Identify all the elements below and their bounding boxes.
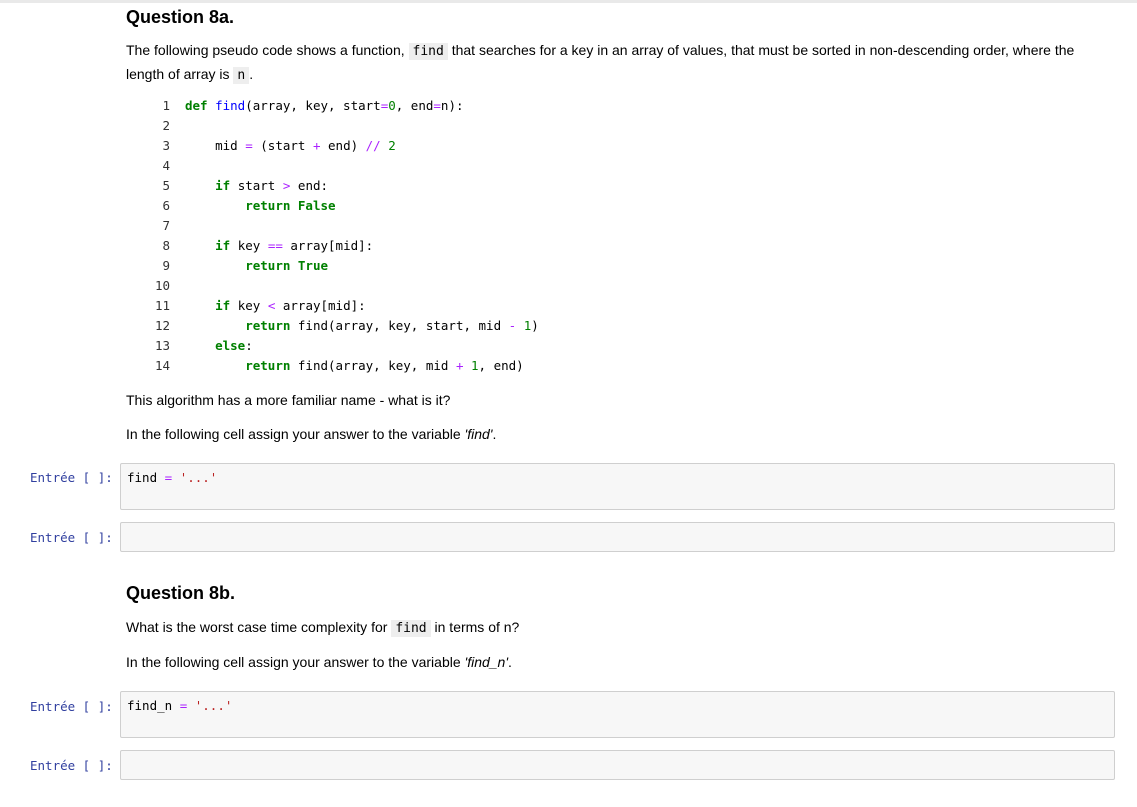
code-line: 9 return True [140,256,328,276]
code-cell-find-n[interactable]: find_n = '...' [120,691,1115,738]
q8a-question-text: This algorithm has a more familiar name … [126,392,451,408]
cell-prompt: Entrée [ ]: [30,699,113,714]
cell-prompt: Entrée [ ]: [30,470,113,485]
cell-eq: = [164,470,173,485]
line-number: 14 [154,358,170,373]
code-line-text: if start > end: [215,178,329,193]
code-line-text: return False [245,198,336,213]
cell-code-text[interactable]: find_n = '...' [127,698,232,713]
q8b-question: What is the worst case time complexity f… [126,616,519,640]
top-divider [0,0,1137,3]
inline-code-find: find [408,43,448,60]
cell-value: '...' [179,470,218,485]
code-line-text: else: [215,338,253,353]
code-line-text: if key < array[mid]: [215,298,366,313]
q8a-intro-text-1: The following pseudo code shows a functi… [126,42,409,58]
code-line-text: def find(array, key, start=0, end=n): [185,98,464,113]
code-line: 3 mid = (start + end) // 2 [140,136,395,156]
q8b-instruction-text-2: . [508,654,512,670]
code-line: 6 return False [140,196,335,216]
q8a-intro-text-3: . [249,66,254,82]
q8a-intro: The following pseudo code shows a functi… [126,39,1096,87]
code-line-text: if key == array[mid]: [215,238,374,253]
q8b-question-text-1: What is the worst case time complexity f… [126,619,392,635]
code-line: 4 [140,156,170,176]
q8a-instruction-var: 'find' [464,426,493,442]
line-number: 7 [162,218,170,233]
line-number: 12 [154,318,170,333]
line-number: 4 [162,158,170,173]
q8a-title-block: Question 8a. [126,7,234,28]
cell-eq: = [179,698,188,713]
code-line-text: mid = (start + end) // 2 [185,138,396,153]
q8a-instruction-text-2: . [492,426,497,442]
code-line-text: return True [245,258,329,273]
code-line: 2 [140,116,170,136]
q8a-question: This algorithm has a more familiar name … [126,389,450,411]
line-number: 9 [162,258,170,273]
line-number: 10 [154,278,170,293]
code-line: 13 else: [140,336,253,356]
code-line: 12 return find(array, key, start, mid - … [140,316,539,336]
line-number: 5 [162,178,170,193]
code-cell-empty[interactable] [120,522,1115,552]
line-number: 8 [162,238,170,253]
q8b-title-block: Question 8b. [126,583,235,604]
cell-prompt: Entrée [ ]: [30,758,113,773]
code-line: 10 [140,276,170,296]
code-line-text: return find(array, key, start, mid - 1) [245,318,539,333]
code-cell-empty[interactable] [120,750,1115,780]
line-number: 3 [162,138,170,153]
line-number: 11 [154,298,170,313]
code-line-text: return find(array, key, mid + 1, end) [245,358,524,373]
line-number: 2 [162,118,170,133]
cell-var: find [127,470,158,485]
cell-var: find_n [127,698,173,713]
q8b-instruction: In the following cell assign your answer… [126,651,512,673]
line-number: 1 [162,98,170,113]
code-cell-find[interactable]: find = '...' [120,463,1115,510]
q8b-instruction-text-1: In the following cell assign your answer… [126,654,465,670]
code-line: 7 [140,216,170,236]
q8b-instruction-var: 'find_n' [464,654,509,670]
line-number: 6 [162,198,170,213]
q8a-instruction: In the following cell assign your answer… [126,423,496,445]
inline-code-n: n [233,67,250,84]
q8b-question-text-2: in terms of n? [430,619,520,635]
cell-code-text[interactable]: find = '...' [127,470,217,485]
code-line: 8 if key == array[mid]: [140,236,373,256]
code-line: 14 return find(array, key, mid + 1, end) [140,356,524,376]
q8a-instruction-text-1: In the following cell assign your answer… [126,426,465,442]
q8a-title: Question 8a. [126,7,235,27]
cell-value: '...' [194,698,233,713]
code-line: 1 def find(array, key, start=0, end=n): [140,96,463,116]
q8b-title: Question 8b. [126,583,236,603]
code-line: 5 if start > end: [140,176,328,196]
code-line: 11 if key < array[mid]: [140,296,366,316]
line-number: 13 [154,338,170,353]
cell-prompt: Entrée [ ]: [30,530,113,545]
inline-code-find: find [391,620,431,637]
